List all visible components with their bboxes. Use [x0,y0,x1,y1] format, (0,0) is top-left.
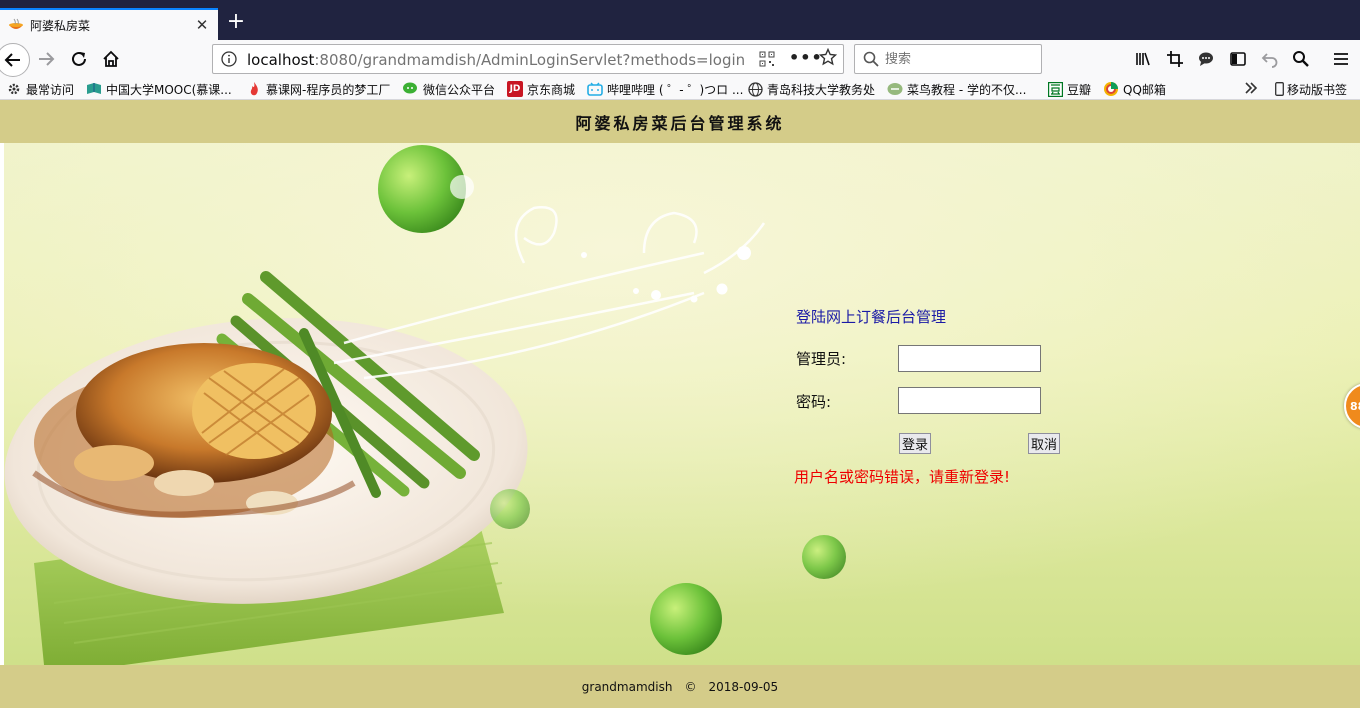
password-label: 密码: [796,393,832,411]
find-button[interactable] [1288,46,1314,72]
tab-close-icon[interactable]: ✕ [194,16,210,34]
forward-arrow-icon [39,52,55,66]
browser-titlebar: 阿婆私房菜 ✕ + [0,0,1360,40]
bookmark-qust[interactable]: 青岛科技大学教务处 [747,80,875,98]
douban-icon [1047,81,1063,97]
back-arrow-icon [4,53,20,67]
bookmark-wechat[interactable]: 微信公众平台 [403,80,495,98]
bookmark-jd[interactable]: JD 京东商城 [507,80,575,98]
page-title: 阿婆私房菜后台管理系统 [0,100,1360,143]
search-icon [863,51,879,70]
page-actions-menu-icon[interactable]: ••• [789,48,823,67]
hamburger-menu-icon [1334,53,1348,65]
cancel-button[interactable]: 取消 [1028,433,1061,454]
bookmark-bilibili[interactable]: 哔哩哔哩 ( ゜- ゜)つロ ... [587,80,743,98]
flame-icon [246,81,262,97]
bookmark-label: 菜鸟教程 - 学的不仅... [907,82,1027,97]
home-button[interactable] [98,46,124,72]
bookmark-label: 豆瓣 [1067,82,1092,97]
bookmark-qqmail[interactable]: QQ邮箱 [1103,80,1166,98]
bookmark-label: 哔哩哔哩 ( ゜- ゜)つロ ... [607,82,744,97]
url-text[interactable]: localhost:8080/grandmamdish/AdminLoginSe… [247,51,745,69]
login-error-message: 用户名或密码错误，请重新登录! [794,468,1011,486]
search-input[interactable] [885,48,1035,70]
bilibili-icon [587,81,603,97]
bookmark-label: 微信公众平台 [423,82,496,97]
bookmark-most-visited[interactable]: 最常访问 [6,80,74,98]
bookmark-mooc[interactable]: 中国大学MOOC(慕课... [86,80,232,98]
login-button[interactable]: 登录 [899,433,932,454]
url-bar[interactable]: localhost:8080/grandmamdish/AdminLoginSe… [212,44,844,74]
undo-icon [1261,53,1278,68]
password-input[interactable] [898,387,1041,414]
food-banner: 88 [4,143,1360,665]
gear-icon [6,81,22,97]
page-footer: grandmamdish © 2018-09-05 [0,665,1360,708]
mooc-icon [86,81,102,97]
sidebar-button[interactable] [1225,46,1251,72]
reload-button[interactable] [66,46,92,72]
bookmark-label: 最常访问 [26,82,75,97]
bookmark-label: 青岛科技大学教务处 [767,82,876,97]
crop-icon [1167,51,1183,67]
info-icon[interactable] [221,51,237,70]
new-tab-button[interactable]: + [226,11,246,33]
tab-title: 阿婆私房菜 [30,18,91,33]
admin-username-input[interactable] [898,345,1041,372]
phone-icon [1274,81,1284,97]
reload-icon [72,51,86,66]
footer-date: 2018-09-05 [708,679,779,694]
bookmark-douban[interactable]: 豆瓣 [1047,80,1091,98]
bookmark-runoob[interactable]: 菜鸟教程 - 学的不仅... [887,80,1026,98]
library-icon [1136,52,1150,66]
chat-bubble-icon [1199,52,1213,66]
screenshot-button[interactable] [1162,46,1188,72]
qr-code-icon[interactable] [759,51,775,70]
chat-button[interactable] [1193,46,1219,72]
food-banner-image [4,143,1360,665]
wechat-icon [403,81,419,97]
sidebar-icon [1230,52,1246,66]
bookmarks-toolbar: 最常访问 中国大学MOOC(慕课... 慕课网-程序员的梦工厂 微信公众平台 J… [0,78,1360,100]
back-button[interactable] [0,43,30,77]
bookmark-label: 京东商城 [527,82,576,97]
magnifier-icon [1293,51,1309,67]
menu-button[interactable] [1328,46,1354,72]
bookmark-imooc[interactable]: 慕课网-程序员的梦工厂 [246,80,390,98]
login-form: 登陆网上订餐后台管理 管理员: 密码: 登录 取消 用户名或密码错误，请重新登录… [794,306,1076,496]
bookmark-label: QQ邮箱 [1123,82,1166,97]
login-title: 登陆网上订餐后台管理 [796,308,947,326]
chevron-double-right-icon [1244,81,1258,98]
bookmark-label: 中国大学MOOC(慕课... [106,82,232,97]
navigation-toolbar: localhost:8080/grandmamdish/AdminLoginSe… [0,40,1360,78]
home-icon [103,50,119,67]
bookmark-label: 移动版书签 [1287,82,1348,97]
favicon-icon [8,17,24,33]
page-content: 阿婆私房菜后台管理系统 8 登陆网上订餐后台管理 管理员: 密码: 登录 取消 … [0,100,1360,708]
bookmark-label: 慕课网-程序员的梦工厂 [266,82,391,97]
tab-active[interactable]: 阿婆私房菜 ✕ [0,8,218,40]
bookmark-star-icon[interactable] [818,47,838,69]
qqmail-icon [1103,81,1119,97]
library-button[interactable] [1130,46,1156,72]
admin-label: 管理员: [796,350,847,368]
undo-button[interactable] [1257,46,1283,72]
url-path: :8080/grandmamdish/AdminLoginServlet?met… [314,51,746,69]
bookmarks-overflow-button[interactable] [1244,80,1258,98]
url-host: localhost [247,51,315,69]
globe-icon [747,81,763,97]
forward-button[interactable] [33,46,59,72]
jd-icon: JD [507,81,523,97]
footer-copyright: © [684,679,697,694]
runoob-icon [887,81,903,97]
footer-brand: grandmamdish [581,679,673,694]
search-bar[interactable] [854,44,1042,74]
mobile-bookmarks[interactable]: 移动版书签 [1274,80,1347,98]
